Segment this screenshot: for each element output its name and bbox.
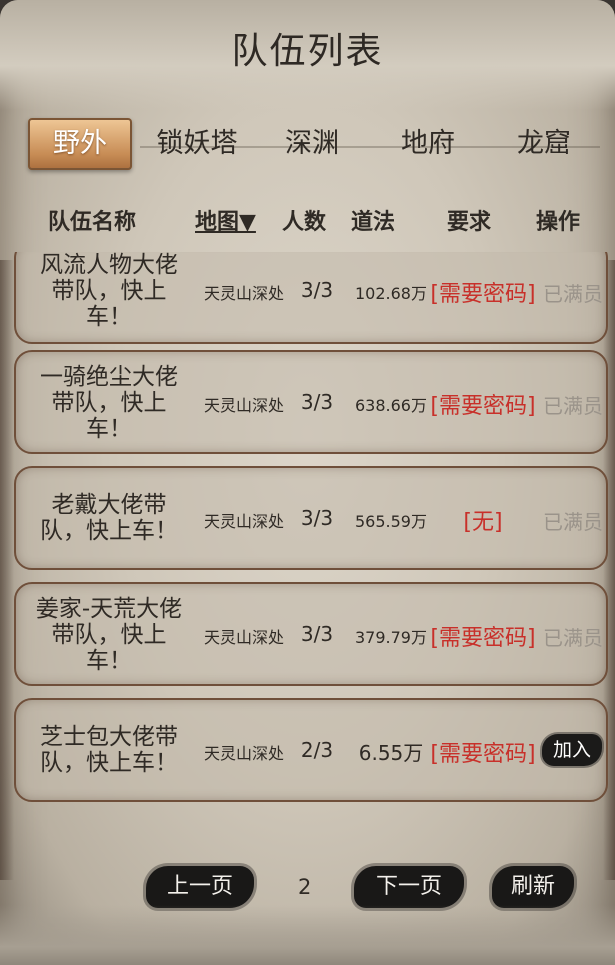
team-requirement: [需要密码] [430,394,536,419]
team-count: 3/3 [300,622,334,646]
team-full-status: 已满员 [543,394,603,418]
column-header-action: 操作 [536,210,581,235]
team-power: 379.79万 [355,628,427,647]
table-header: 队伍名称 地图▼ 人数 道法 要求 操作 [0,204,615,244]
team-full-status: 已满员 [543,626,603,650]
team-map: 天灵山深处 [203,512,284,531]
tab-demon-tower[interactable]: 锁妖塔 [142,118,252,170]
team-power: 102.68万 [355,284,427,303]
team-power: 565.59万 [355,512,427,531]
column-header-count: 人数 [282,210,327,235]
tab-dragon-cave[interactable]: 龙窟 [496,118,592,170]
scroll-bottom-roll [0,905,615,965]
team-count: 2/3 [300,738,334,762]
team-requirement: [需要密码] [430,282,536,307]
team-requirement: [需要密码] [430,626,536,651]
team-count: 3/3 [300,278,334,302]
team-count: 3/3 [300,390,334,414]
team-requirement: [无] [463,510,503,535]
team-row: 老戴大佬带 队，快上车！ 天灵山深处 3/3 565.59万 [无] 已满员 [14,466,608,570]
team-row: 风流人物大佬 带队，快上 车！ 天灵山深处 3/3 102.68万 [需要密码]… [14,252,608,344]
tab-abyss[interactable]: 深渊 [264,118,360,170]
team-name: 老戴大佬带 队，快上车！ [40,492,178,544]
tab-bar: 野外 锁妖塔 深渊 地府 龙窟 [24,118,594,174]
team-full-status: 已满员 [543,510,603,534]
team-count: 3/3 [300,506,334,530]
team-row: 芝士包大佬带 队，快上车！ 天灵山深处 2/3 6.55万 [需要密码] 加入 [14,698,608,802]
team-name: 一骑绝尘大佬 带队，快上 车！ [40,364,178,442]
column-header-map-sort[interactable]: 地图▼ [195,204,256,236]
team-row: 姜家-天荒大佬 带队，快上 车！ 天灵山深处 3/3 379.79万 [需要密码… [14,582,608,686]
team-map: 天灵山深处 [203,396,284,415]
next-page-button[interactable]: 下一页 [354,866,464,908]
team-power: 6.55万 [358,741,424,765]
team-map: 天灵山深处 [203,284,284,303]
team-list[interactable]: 风流人物大佬 带队，快上 车！ 天灵山深处 3/3 102.68万 [需要密码]… [10,252,610,812]
team-full-status: 已满员 [543,282,603,306]
team-name: 风流人物大佬 带队，快上 车！ [40,252,178,330]
column-header-power: 道法 [351,210,396,235]
team-row: 一骑绝尘大佬 带队，快上 车！ 天灵山深处 3/3 638.66万 [需要密码]… [14,350,608,454]
page-title: 队伍列表 [231,31,384,72]
team-requirement: [需要密码] [430,742,536,767]
team-map: 天灵山深处 [203,744,284,763]
prev-page-button[interactable]: 上一页 [146,866,254,908]
team-map: 天灵山深处 [203,628,284,647]
refresh-button[interactable]: 刷新 [492,866,574,908]
join-button[interactable]: 加入 [542,734,602,766]
page-number: 2 [298,875,312,899]
tab-wild[interactable]: 野外 [28,118,132,170]
team-name: 芝士包大佬带 队，快上车！ [40,724,178,776]
tab-underworld[interactable]: 地府 [380,118,476,170]
team-name: 姜家-天荒大佬 带队，快上 车！ [35,596,183,674]
team-power: 638.66万 [355,396,427,415]
column-header-name: 队伍名称 [48,210,137,235]
column-header-requirement: 要求 [447,210,492,235]
